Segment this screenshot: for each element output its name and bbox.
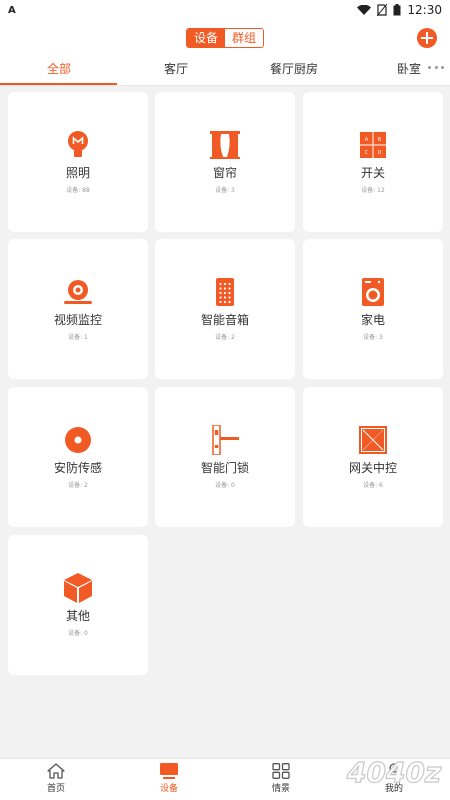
status-bar: A 12:30	[0, 0, 450, 20]
notification-a-icon: A	[8, 4, 16, 16]
device-card-gateway[interactable]: 网关中控 设备: 6	[303, 387, 443, 527]
device-card-count: 设备: 3	[363, 334, 383, 341]
sensor-icon	[63, 425, 93, 455]
svg-text:C: C	[365, 150, 369, 156]
device-card-appliances[interactable]: 家电 设备: 3	[303, 239, 443, 379]
device-card-label: 开关	[360, 166, 385, 180]
nav-home[interactable]: 首页	[26, 763, 86, 794]
device-card-video-surveillance[interactable]: 视频监控 设备: 1	[8, 239, 148, 379]
device-card-label: 智能门锁	[200, 461, 249, 475]
room-tabs: 全部 客厅 餐厅厨房 卧室	[0, 58, 450, 86]
nav-scenes-label: 情景	[271, 784, 290, 794]
clock-time: 12:30	[407, 3, 442, 17]
curtain-icon	[210, 130, 240, 160]
device-card-label: 安防传感	[53, 461, 102, 475]
device-card-switch[interactable]: A B C D 开关 设备: 12	[303, 92, 443, 232]
watermark-text: 4040z	[346, 756, 442, 789]
washing-machine-icon	[358, 277, 388, 307]
battery-icon	[393, 4, 401, 16]
status-icons: 12:30	[357, 3, 442, 17]
switch-icon: A B C D	[358, 130, 388, 160]
device-card-label: 窗帘	[212, 166, 237, 180]
device-card-security-sensor[interactable]: 安防传感 设备: 2	[8, 387, 148, 527]
svg-text:D: D	[378, 150, 382, 156]
device-card-count: 设备: 6	[363, 482, 383, 489]
watermark-logo: 4040z	[345, 755, 442, 789]
device-card-smart-speaker[interactable]: 智能音箱 设备: 2	[155, 239, 295, 379]
device-card-lighting[interactable]: 照明 设备: 88	[8, 92, 148, 232]
speaker-icon	[210, 277, 240, 307]
gateway-icon	[358, 425, 388, 455]
device-icon	[160, 763, 178, 779]
device-card-count: 设备: 0	[215, 482, 235, 489]
header: 设备 群组	[0, 20, 450, 58]
device-card-label: 其他	[65, 609, 90, 623]
device-card-count: 设备: 2	[68, 482, 88, 489]
nav-devices-label: 设备	[159, 784, 178, 794]
tab-bedroom[interactable]: 卧室	[397, 60, 421, 77]
device-card-count: 设备: 3	[215, 187, 235, 194]
tab-dining-kitchen[interactable]: 餐厅厨房	[270, 60, 318, 77]
device-card-count: 设备: 2	[215, 334, 235, 341]
device-card-label: 照明	[65, 166, 90, 180]
svg-text:B: B	[378, 137, 382, 143]
device-card-label: 智能音箱	[200, 313, 249, 327]
active-tab-indicator	[0, 83, 117, 85]
segment-devices[interactable]: 设备	[187, 29, 225, 47]
door-lock-icon	[210, 425, 240, 455]
cube-icon	[63, 573, 93, 603]
svg-text:A: A	[365, 137, 369, 143]
device-card-smart-lock[interactable]: 智能门锁 设备: 0	[155, 387, 295, 527]
device-card-other[interactable]: 其他 设备: 0	[8, 535, 148, 675]
device-card-count: 设备: 0	[68, 630, 88, 637]
camera-icon	[63, 277, 93, 307]
device-grid: 照明 设备: 88 窗帘 设备: 3 A B C D 开关 设备: 12 视频监控 设…	[0, 86, 450, 758]
device-card-curtains[interactable]: 窗帘 设备: 3	[155, 92, 295, 232]
device-card-label: 家电	[360, 313, 385, 327]
scene-icon	[272, 763, 290, 779]
segment-control: 设备 群组	[186, 28, 264, 48]
home-icon	[47, 763, 65, 779]
tab-living-room[interactable]: 客厅	[164, 60, 188, 77]
tab-all[interactable]: 全部	[47, 60, 71, 77]
more-icon[interactable]	[428, 64, 444, 70]
wifi-icon	[357, 5, 372, 15]
device-card-label: 视频监控	[53, 313, 102, 327]
device-card-count: 设备: 88	[66, 187, 90, 194]
add-device-button[interactable]	[417, 28, 437, 48]
device-card-label: 网关中控	[348, 461, 397, 475]
no-sim-icon	[377, 4, 388, 16]
nav-home-label: 首页	[46, 784, 65, 794]
segment-groups[interactable]: 群组	[225, 29, 263, 47]
device-card-count: 设备: 1	[68, 334, 88, 341]
nav-devices[interactable]: 设备	[139, 763, 199, 794]
lightbulb-icon	[63, 130, 93, 160]
device-card-count: 设备: 12	[361, 187, 385, 194]
nav-scenes[interactable]: 情景	[251, 763, 311, 794]
